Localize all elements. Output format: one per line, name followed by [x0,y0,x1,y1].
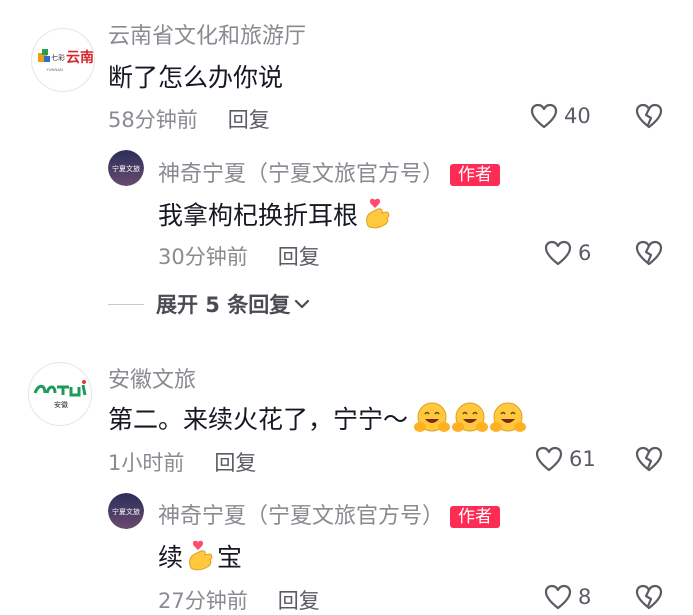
reply-text-content: 我拿枸杞换折耳根 [158,201,359,230]
heart-outline-icon [535,446,563,472]
reply-author[interactable]: 神奇宁夏（宁夏文旅官方号） 作者 [158,498,501,530]
author-badge: 作者 [450,506,501,528]
reply-button[interactable]: 回复 [214,447,256,477]
like-button[interactable]: 40 [530,103,591,129]
like-button[interactable]: 8 [544,584,591,610]
reply-text: 我拿枸杞换折耳根 [158,196,392,232]
broken-heart-icon [635,240,663,266]
avatar[interactable]: 七彩 云南 YUNNAN [31,28,95,92]
heart-outline-icon [530,103,558,129]
reply-meta: 27分钟前 回复 [158,585,320,615]
like-count: 61 [569,447,596,471]
avatar[interactable]: 宁夏文旅 [108,493,144,529]
ningxia-logo-icon: 宁夏文旅 [108,493,144,529]
svg-text:云南: 云南 [66,49,94,66]
ningxia-logo-icon: 宁夏文旅 [108,150,144,186]
broken-heart-icon [635,446,663,472]
comment-text: 第二。来续火花了，宁宁～ [108,400,527,436]
like-count: 8 [578,585,592,609]
reply-text-before: 续 [158,543,184,572]
like-count: 6 [578,241,592,265]
comment-text: 断了怎么办你说 [108,63,284,92]
like-button[interactable]: 6 [544,240,591,266]
expand-replies-label[interactable]: 展开 5 条回复 [156,289,290,319]
broken-heart-icon [635,584,663,610]
chevron-down-icon [295,299,310,309]
yunnan-logo-icon: 七彩 云南 YUNNAN [38,49,94,72]
expand-replies-button[interactable]: 展开 5 条回复 [108,289,310,319]
hugging-emoji-icon [452,402,489,432]
author-badge: 作者 [450,164,501,186]
finger-heart-emoji-icon [366,198,390,229]
comment-meta: 58分钟前 回复 [108,104,270,134]
finger-heart-emoji-icon [189,540,213,571]
reply-author[interactable]: 神奇宁夏（宁夏文旅官方号） 作者 [158,156,501,188]
like-button[interactable]: 61 [535,446,596,472]
dislike-button[interactable] [635,446,663,476]
reply-author-name[interactable]: 神奇宁夏（宁夏文旅官方号） [158,504,444,529]
comment-time: 58分钟前 [108,108,198,132]
avatar[interactable]: 安徽 [28,362,92,426]
broken-heart-icon [635,103,663,129]
comment-time: 1小时前 [108,451,185,475]
hugging-emoji-icon [490,402,527,432]
comment-text-content: 第二。来续火花了，宁宁～ [108,405,409,434]
svg-text:安徽: 安徽 [54,400,68,409]
dislike-button[interactable] [635,584,663,614]
reply-author-name[interactable]: 神奇宁夏（宁夏文旅官方号） [158,162,444,187]
reply-meta: 30分钟前 回复 [158,241,320,271]
heart-outline-icon [544,584,572,610]
dislike-button[interactable] [635,240,663,270]
reply-button[interactable]: 回复 [278,585,320,615]
reply-button[interactable]: 回复 [278,241,320,271]
comment-author[interactable]: 云南省文化和旅游厅 [108,18,306,50]
svg-text:YUNNAN: YUNNAN [46,67,63,72]
reply-button[interactable]: 回复 [228,104,270,134]
svg-text:宁夏文旅: 宁夏文旅 [112,507,140,516]
reply-time: 30分钟前 [158,245,248,269]
like-count: 40 [564,104,591,128]
divider [108,303,144,305]
svg-text:七彩: 七彩 [51,53,65,62]
dislike-button[interactable] [635,103,663,133]
hugging-emoji-icon [414,402,451,432]
heart-outline-icon [544,240,572,266]
anhui-logo-icon: 安徽 [33,380,87,409]
comment-author[interactable]: 安徽文旅 [108,362,196,394]
svg-text:宁夏文旅: 宁夏文旅 [112,164,140,173]
comment-meta: 1小时前 回复 [108,447,256,477]
reply-time: 27分钟前 [158,589,248,613]
avatar[interactable]: 宁夏文旅 [108,150,144,186]
reply-text-after: 宝 [217,543,243,572]
reply-text: 续 宝 [158,538,242,574]
